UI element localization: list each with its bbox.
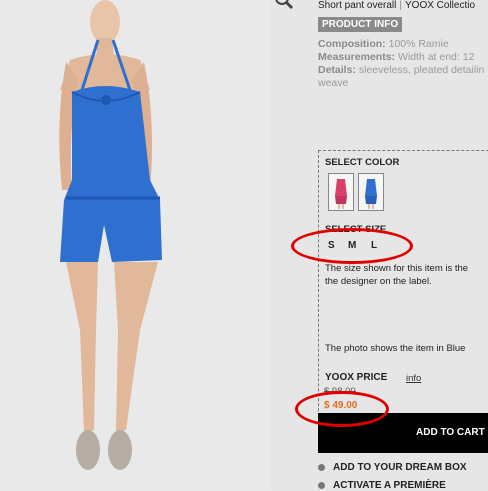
product-info-text: Composition: 100% Ramie Measurements: Wi… xyxy=(318,38,488,90)
add-to-cart-label: ADD TO CART xyxy=(416,427,485,438)
details-value: sleeveless, pleated detailin xyxy=(355,64,485,76)
photo-color-note: The photo shows the item in Blue xyxy=(325,343,466,354)
size-note-line-2: the designer on the label. xyxy=(325,276,432,287)
premiere-label: ACTIVATE A PREMIÈRE xyxy=(333,480,446,491)
brand-link[interactable]: YOOX Collectio xyxy=(405,0,475,11)
bullet-icon xyxy=(318,463,325,471)
product-title: Short pant overall xyxy=(318,0,397,11)
details-label: Details: xyxy=(318,64,356,76)
tab-product-info[interactable]: PRODUCT INFO xyxy=(318,17,403,32)
measurements-label: Measurements: xyxy=(318,51,396,63)
price-info-link[interactable]: info xyxy=(406,373,421,384)
product-photo xyxy=(0,0,270,490)
add-to-dream-box-link[interactable]: ADD TO YOUR DREAM BOX xyxy=(318,462,467,473)
price-highlight-annotation xyxy=(295,391,389,427)
dream-box-label: ADD TO YOUR DREAM BOX xyxy=(333,462,467,473)
bullet-icon xyxy=(318,481,325,489)
composition-label: Composition: xyxy=(318,38,386,50)
color-swatch-pink[interactable] xyxy=(328,173,354,211)
product-title-row: Short pant overall | YOOX Collectio xyxy=(318,0,475,11)
color-swatch-blue[interactable] xyxy=(358,173,384,211)
measurements-value: Width at end: 12 xyxy=(395,51,475,63)
size-highlight-annotation xyxy=(291,228,413,264)
yoox-price-label: YOOX PRICE xyxy=(325,372,388,383)
details-continuation: weave xyxy=(318,77,349,89)
size-note-line-1: The size shown for this item is the xyxy=(325,263,469,274)
activate-premiere-link[interactable]: ACTIVATE A PREMIÈRE xyxy=(318,480,446,491)
zoom-icon[interactable] xyxy=(270,0,300,16)
title-separator: | xyxy=(399,0,402,11)
composition-value: 100% Ramie xyxy=(385,38,449,50)
select-color-label: SELECT COLOR xyxy=(325,157,400,168)
